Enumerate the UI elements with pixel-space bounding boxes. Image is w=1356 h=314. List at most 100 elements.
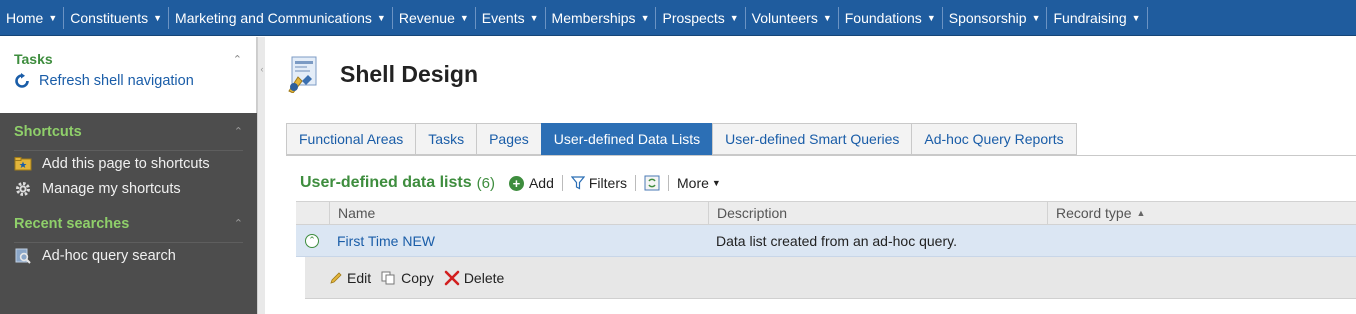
more-button[interactable]: More ▼ bbox=[677, 175, 721, 191]
row-action-bar: Edit Copy Delete bbox=[305, 257, 1356, 299]
list-count: (6) bbox=[476, 174, 495, 192]
nav-label: Foundations bbox=[844, 9, 922, 26]
tab-divider bbox=[286, 155, 1356, 156]
recent-searches-title: Recent searches bbox=[14, 215, 130, 232]
refresh-list-button[interactable] bbox=[644, 175, 660, 191]
grid-header: Name Description Record type ▲ bbox=[296, 201, 1356, 225]
caret-down-icon: ▼ bbox=[640, 12, 650, 23]
tab-functional-areas[interactable]: Functional Areas bbox=[286, 123, 416, 155]
recent-searches-section: Recent searches ⌃ Ad-hoc query search bbox=[0, 205, 257, 266]
nav-marketing[interactable]: Marketing and Communications ▼ bbox=[169, 6, 393, 29]
tab-bar: Functional Areas Tasks Pages User-define… bbox=[286, 123, 1077, 155]
sidebar-splitter[interactable]: ‹ bbox=[257, 37, 265, 314]
shortcuts-header[interactable]: Shortcuts ⌃ bbox=[14, 113, 243, 151]
caret-down-icon: ▼ bbox=[926, 12, 936, 23]
row-name-link[interactable]: First Time NEW bbox=[329, 225, 708, 256]
pencil-icon bbox=[330, 271, 342, 284]
manage-my-shortcuts-link[interactable]: Manage my shortcuts bbox=[14, 180, 243, 199]
row-description: Data list created from an ad-hoc query. bbox=[716, 232, 957, 249]
nav-revenue[interactable]: Revenue ▼ bbox=[393, 6, 476, 29]
list-header: User-defined data lists (6) + Add Filter… bbox=[300, 174, 729, 192]
nav-constituents[interactable]: Constituents ▼ bbox=[64, 6, 170, 29]
nav-foundations[interactable]: Foundations ▼ bbox=[839, 6, 943, 29]
collapse-icon[interactable]: ⌃ bbox=[233, 53, 242, 66]
caret-down-icon: ▼ bbox=[1131, 12, 1141, 23]
expander-column-header bbox=[296, 202, 329, 224]
sidebar: Tasks ⌃ Refresh shell navigation Shortcu… bbox=[0, 37, 257, 314]
shortcuts-title: Shortcuts bbox=[14, 123, 82, 140]
toolbar-separator bbox=[668, 175, 669, 191]
page-header: Shell Design bbox=[286, 55, 478, 93]
edit-label: Edit bbox=[347, 269, 372, 286]
add-button[interactable]: + Add bbox=[508, 175, 554, 191]
filters-button[interactable]: Filters bbox=[570, 175, 627, 191]
nav-label: Prospects bbox=[662, 9, 725, 26]
recent-searches-header[interactable]: Recent searches ⌃ bbox=[14, 205, 243, 243]
nav-label: Marketing and Communications bbox=[175, 9, 372, 26]
tasks-title: Tasks bbox=[14, 51, 53, 67]
column-header-name[interactable]: Name bbox=[329, 202, 708, 224]
row-record-type bbox=[1047, 225, 1055, 256]
sort-ascending-icon: ▲ bbox=[1136, 208, 1146, 218]
folder-star-icon bbox=[14, 157, 32, 171]
nav-label: Sponsorship bbox=[948, 9, 1027, 26]
copy-button[interactable]: Copy bbox=[381, 270, 434, 286]
caret-down-icon: ▼ bbox=[529, 12, 539, 23]
ad-hoc-query-search-link[interactable]: Ad-hoc query search bbox=[14, 247, 243, 266]
delete-button[interactable]: Delete bbox=[444, 270, 504, 286]
nav-label: Fundraising bbox=[1053, 9, 1127, 26]
refresh-shell-navigation-label: Refresh shell navigation bbox=[39, 73, 194, 89]
nav-sponsorship[interactable]: Sponsorship ▼ bbox=[943, 6, 1048, 29]
caret-down-icon: ▼ bbox=[376, 12, 386, 23]
caret-down-icon: ▼ bbox=[729, 12, 739, 23]
column-header-description[interactable]: Description bbox=[708, 202, 1047, 224]
shortcuts-section: Shortcuts ⌃ Add this page to shortcuts M… bbox=[0, 113, 257, 199]
nav-label: Revenue bbox=[398, 9, 455, 26]
ad-hoc-query-search-label: Ad-hoc query search bbox=[42, 248, 176, 264]
delete-x-icon bbox=[444, 270, 460, 285]
tab-ad-hoc-query-reports[interactable]: Ad-hoc Query Reports bbox=[911, 123, 1077, 155]
list-title: User-defined data lists bbox=[300, 174, 472, 191]
tab-pages[interactable]: Pages bbox=[476, 123, 541, 155]
main-content: Shell Design Functional Areas Tasks Page… bbox=[266, 37, 1356, 314]
nav-events[interactable]: Events ▼ bbox=[476, 6, 546, 29]
nav-memberships[interactable]: Memberships ▼ bbox=[546, 6, 657, 29]
nav-label: Home bbox=[6, 9, 44, 26]
gear-icon bbox=[16, 182, 30, 196]
toolbar-separator bbox=[561, 175, 563, 191]
filters-label: Filters bbox=[588, 175, 627, 191]
nav-home[interactable]: Home ▼ bbox=[0, 6, 65, 29]
column-header-record-type[interactable]: Record type ▲ bbox=[1047, 202, 1356, 224]
nav-fundraising[interactable]: Fundraising ▼ bbox=[1047, 6, 1148, 29]
nav-volunteers[interactable]: Volunteers ▼ bbox=[746, 6, 839, 29]
collapse-sidebar-icon[interactable]: ‹ bbox=[258, 59, 266, 79]
tab-tasks[interactable]: Tasks bbox=[415, 123, 477, 155]
refresh-shell-navigation-link[interactable]: Refresh shell navigation bbox=[14, 73, 242, 89]
tab-user-defined-smart-queries[interactable]: User-defined Smart Queries bbox=[712, 123, 912, 155]
page-title: Shell Design bbox=[340, 60, 479, 87]
caret-down-icon: ▼ bbox=[822, 12, 832, 23]
collapse-icon[interactable]: ⌃ bbox=[234, 125, 243, 138]
collapse-icon[interactable]: ⌃ bbox=[234, 217, 243, 230]
data-list-grid: Name Description Record type ▲ ⌃ First Ti… bbox=[296, 201, 1356, 299]
query-search-icon bbox=[15, 248, 31, 264]
row-expander[interactable]: ⌃ bbox=[296, 225, 329, 256]
top-navigation-bar: Home ▼ Constituents ▼ Marketing and Commun… bbox=[0, 0, 1356, 36]
edit-button[interactable]: Edit bbox=[329, 270, 371, 286]
more-label: More bbox=[677, 175, 709, 191]
caret-down-icon: ▼ bbox=[48, 12, 58, 23]
column-label: Name bbox=[338, 205, 376, 221]
tab-user-defined-data-lists[interactable]: User-defined Data Lists bbox=[540, 123, 713, 155]
nav-prospects[interactable]: Prospects ▼ bbox=[656, 6, 746, 29]
add-page-to-shortcuts-link[interactable]: Add this page to shortcuts bbox=[14, 155, 243, 174]
collapse-row-icon[interactable]: ⌃ bbox=[305, 233, 319, 248]
tasks-header[interactable]: Tasks ⌃ bbox=[14, 51, 242, 67]
nav-label: Constituents bbox=[70, 9, 149, 26]
nav-label: Events bbox=[481, 9, 525, 26]
refresh-list-icon bbox=[644, 175, 660, 191]
refresh-icon bbox=[15, 73, 29, 88]
nav-label: Volunteers bbox=[751, 9, 818, 26]
shell-design-icon bbox=[288, 56, 317, 93]
caret-down-icon: ▼ bbox=[711, 178, 721, 188]
table-row[interactable]: ⌃ First Time NEW Data list created from … bbox=[296, 225, 1356, 257]
